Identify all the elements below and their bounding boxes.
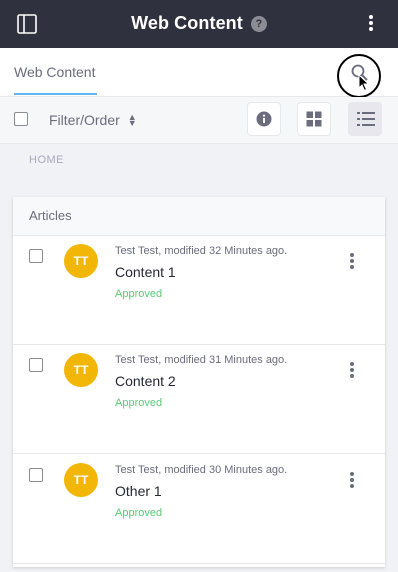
row-checkbox[interactable] xyxy=(29,468,43,482)
info-button[interactable] xyxy=(247,102,281,136)
item-title[interactable]: Content 2 xyxy=(115,373,176,389)
item-meta: Test Test, modified 30 Minutes ago. xyxy=(115,464,288,476)
app-header: Web Content ? xyxy=(0,0,398,48)
sort-icon: ▲ ▼ xyxy=(127,112,137,128)
filter-order-dropdown[interactable]: Filter/Order ▲ ▼ xyxy=(49,112,137,128)
articles-panel: Articles TT Test Test, modified 32 Minut… xyxy=(13,197,385,567)
select-all-checkbox[interactable] xyxy=(14,112,28,126)
item-title[interactable]: Content 1 xyxy=(115,264,176,280)
help-icon[interactable]: ? xyxy=(250,15,267,32)
avatar: TT xyxy=(64,463,98,497)
cards-view-icon xyxy=(306,111,322,127)
cards-view-button[interactable] xyxy=(297,102,331,136)
info-icon xyxy=(256,111,272,127)
status-label: Approved xyxy=(115,507,163,519)
kebab-icon[interactable] xyxy=(349,253,355,271)
management-toolbar: Filter/Order ▲ ▼ xyxy=(0,97,398,144)
list-view-button[interactable] xyxy=(348,102,382,136)
list-view-icon xyxy=(357,112,375,126)
avatar: TT xyxy=(64,353,98,387)
list-item[interactable]: TT Test Test, modified 32 Minutes ago. C… xyxy=(13,236,385,345)
mouse-cursor-icon xyxy=(358,73,370,97)
filter-order-label: Filter/Order xyxy=(49,112,120,128)
row-checkbox[interactable] xyxy=(29,249,43,263)
list-item[interactable]: TT Test Test, modified 31 Minutes ago. C… xyxy=(13,345,385,454)
articles-heading: Articles xyxy=(13,197,385,236)
page-title: Web Content xyxy=(131,13,243,33)
kebab-icon[interactable] xyxy=(349,362,355,380)
kebab-icon[interactable] xyxy=(368,15,374,33)
kebab-icon[interactable] xyxy=(349,472,355,490)
status-label: Approved xyxy=(115,397,163,409)
tab-web-content[interactable]: Web Content xyxy=(14,64,95,80)
item-title[interactable]: Other 1 xyxy=(115,483,162,499)
active-tab-indicator xyxy=(14,93,97,95)
list-item[interactable]: TT Test Test, modified 30 Minutes ago. O… xyxy=(13,455,385,564)
breadcrumb-home[interactable]: HOME xyxy=(29,154,64,166)
item-meta: Test Test, modified 32 Minutes ago. xyxy=(115,245,288,257)
row-checkbox[interactable] xyxy=(29,358,43,372)
avatar: TT xyxy=(64,244,98,278)
status-label: Approved xyxy=(115,288,163,300)
item-meta: Test Test, modified 31 Minutes ago. xyxy=(115,354,288,366)
